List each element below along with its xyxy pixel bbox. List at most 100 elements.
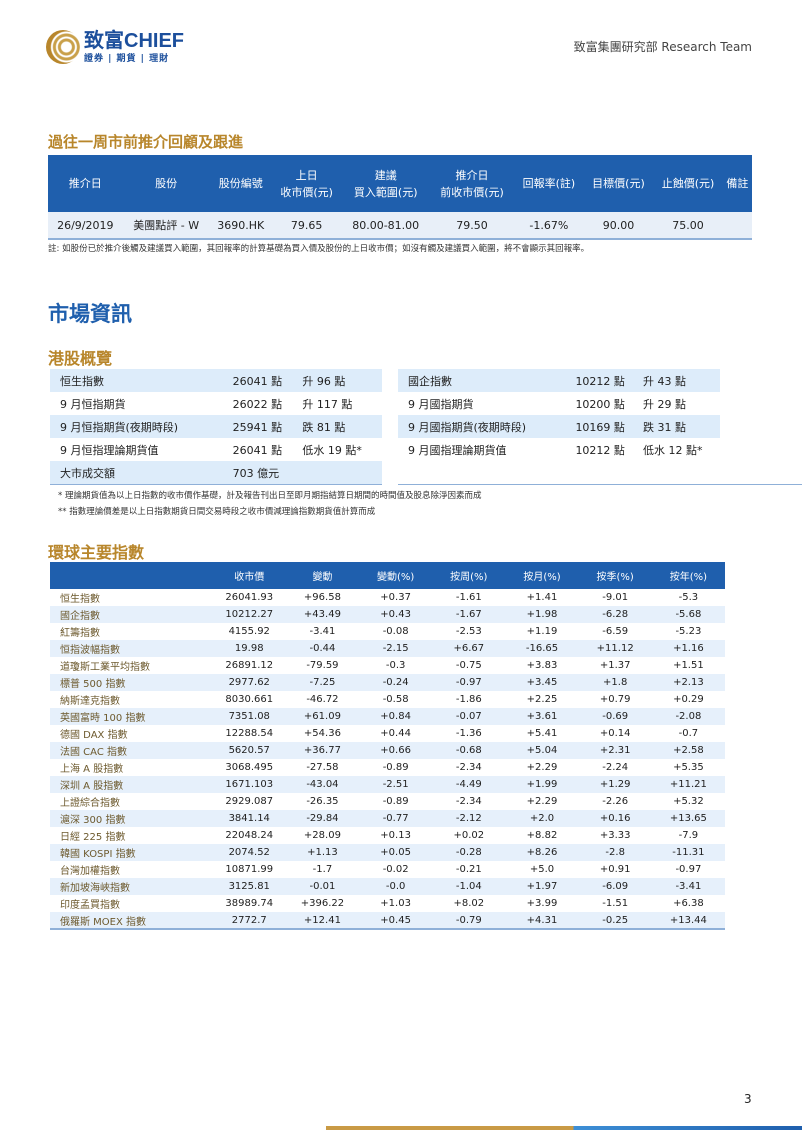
- hk-row: 恒生指數 26041 點升 96 點: [50, 369, 382, 392]
- hk-row: 9 月國指期貨(夜期時段) 10169 點跌 31 點: [398, 415, 720, 438]
- table-cell: 3068.495: [225, 762, 274, 773]
- index-name: 上證綜合指數: [60, 798, 120, 809]
- table-cell: 79.50: [429, 212, 515, 240]
- table-cell: +4.31: [505, 912, 579, 930]
- table-cell: -2.15: [359, 640, 433, 657]
- table-cell: +1.97: [505, 878, 579, 895]
- table-cell: 10871.99: [225, 864, 274, 875]
- index-name: 台灣加權指數: [60, 866, 120, 877]
- global-col-header: 變動(%): [359, 562, 433, 589]
- table-cell: +2.25: [526, 694, 558, 705]
- recap-col-header: 推介日: [48, 155, 123, 212]
- hk-cell: 升 29 點: [643, 397, 687, 411]
- recap-col-header: 建議 買入範圍(元): [341, 155, 430, 212]
- table-cell: 3125.81: [212, 878, 286, 895]
- global-col-header: 收市價: [212, 562, 286, 589]
- table-row: 滬深 300 指數 3841.14 -29.84 -0.77 -2.12 +2.0 +0.1…: [50, 810, 725, 827]
- table-cell: -7.25: [285, 674, 360, 691]
- table-cell: -16.65: [505, 640, 579, 657]
- table-row: 德國 DAX 指數 12288.54 +54.36 +0.44 -1.36 +5.41 +0…: [50, 725, 725, 742]
- recap-col-header: 股份編號: [209, 155, 272, 212]
- table-cell: 79.65: [271, 212, 342, 240]
- table-cell: +2.58: [651, 742, 725, 759]
- table-cell: +1.16: [651, 640, 725, 657]
- hk-row: 9 月恒指理論期貨值 26041 點 低水 19 點*: [50, 438, 382, 461]
- hk-cell: 10212 點: [575, 443, 625, 457]
- hk-cell: 26041 點: [222, 369, 293, 392]
- table-cell: -2.53: [455, 626, 482, 637]
- table-cell: 19.98: [212, 640, 286, 657]
- table-row: 印度孟買指數 38989.74 +396.22 +1.03 +8.02 +3.99 -1.5…: [50, 895, 725, 912]
- table-row: 俄羅斯 MOEX 指數 2772.7 +12.41 +0.45 -0.79 +4.31 -0…: [50, 912, 725, 930]
- table-cell: -1.67: [432, 606, 506, 623]
- hk-cell: [292, 461, 382, 484]
- table-cell: -2.24: [602, 762, 629, 773]
- table-cell: -26.35: [306, 796, 339, 807]
- index-name: 恒指波幅指數: [50, 640, 213, 657]
- table-cell: +1.41: [526, 592, 558, 603]
- table-cell: -2.8: [578, 844, 652, 861]
- table-cell: +6.38: [673, 898, 704, 909]
- table-row: 法國 CAC 指數 5620.57 +36.77 +0.66 -0.68 +5.04 +2.…: [50, 742, 725, 759]
- table-cell: -2.51: [359, 776, 433, 793]
- table-cell: -5.68: [651, 606, 725, 623]
- footer-bar: [326, 1126, 802, 1130]
- table-cell: -5.23: [675, 626, 702, 637]
- table-cell: +54.36: [303, 728, 341, 739]
- logo-cn: 致富: [84, 29, 124, 52]
- table-cell: -0.69: [578, 708, 652, 725]
- table-cell: -79.59: [306, 660, 339, 671]
- table-cell: -0.89: [382, 762, 409, 773]
- table-cell: 7351.08: [212, 708, 286, 725]
- table-cell: 2977.62: [212, 674, 286, 691]
- hk-right-table: 國企指數 10212 點升 43 點9 月國指期貨 10200 點升 29 點9 月…: [398, 369, 720, 461]
- global-indices-table: 收市價 變動 變動(%) 按周(%) 按月(%) 按季(%) 按年(%) 恒生指數 26041.…: [50, 562, 725, 930]
- table-cell: +2.13: [651, 674, 725, 691]
- table-cell: -1.86: [455, 694, 482, 705]
- table-cell: -6.09: [578, 878, 652, 895]
- table-cell: +0.13: [380, 830, 411, 841]
- index-name: 俄羅斯 MOEX 指數: [50, 912, 213, 930]
- table-cell: +0.66: [359, 742, 433, 759]
- global-col-header: 按月(%): [505, 562, 579, 589]
- table-cell: -0.44: [285, 640, 360, 657]
- table-cell: 3690.HK: [209, 212, 272, 240]
- table-cell: -11.31: [651, 844, 725, 861]
- table-cell: +0.79: [599, 694, 631, 705]
- table-cell: +43.49: [285, 606, 360, 623]
- table-cell: -0.89: [382, 796, 409, 807]
- index-name: 法國 CAC 指數: [50, 742, 213, 759]
- hk-cell: 9 月恒指期貨: [60, 397, 126, 411]
- hk-row: 國企指數 10212 點升 43 點: [398, 369, 720, 392]
- logo-mark-icon: [46, 30, 80, 64]
- table-cell: 26891.12: [225, 660, 274, 671]
- table-cell: +1.37: [599, 660, 631, 671]
- table-cell: 26041.93: [225, 592, 274, 603]
- global-col-header: 按年(%): [651, 562, 725, 589]
- table-cell: -6.28: [578, 606, 652, 623]
- index-name: 深圳 A 股指數: [50, 776, 213, 793]
- table-cell: -9.01: [602, 592, 629, 603]
- hk-cell: 跌 31 點: [633, 415, 720, 438]
- hk-cell: 10200 點: [575, 397, 625, 411]
- table-cell: 8030.661: [225, 694, 274, 705]
- table-row: 標普 500 指數 2977.62 -7.25 -0.24 -0.97 +3.45 +1.8…: [50, 674, 725, 691]
- hk-cell: 26041 點: [232, 443, 283, 457]
- table-row: 日經 225 指數 22048.24 +28.09 +0.13 +0.02 +8.82 +3…: [50, 827, 725, 844]
- table-row: 英國富時 100 指數 7351.08 +61.09 +0.84 -0.07 +3.61-…: [50, 708, 725, 725]
- table-cell: +396.22: [300, 898, 345, 909]
- table-cell: -46.72: [306, 694, 339, 705]
- table-cell: 美團點評 - W: [122, 212, 210, 240]
- hk-cell: 恒生指數: [50, 369, 223, 392]
- table-row: 新加坡海峽指數 3125.81 -0.01 -0.0 -1.04 +1.97 -6.09 -3…: [50, 878, 725, 895]
- hk-cell: 9 月恒指理論期貨值: [60, 443, 159, 457]
- index-name: 德國 DAX 指數: [60, 730, 128, 741]
- recap-col-header: 推介日 前收市價(元): [429, 155, 515, 212]
- table-cell: -0.97: [675, 864, 702, 875]
- table-cell: -0.08: [382, 626, 409, 637]
- table-cell: -2.08: [651, 708, 725, 725]
- recap-col-header: 上日 收市價(元): [271, 155, 342, 212]
- table-cell: -0.21: [455, 864, 482, 875]
- table-cell: -1.61: [455, 592, 482, 603]
- divider: [50, 484, 382, 485]
